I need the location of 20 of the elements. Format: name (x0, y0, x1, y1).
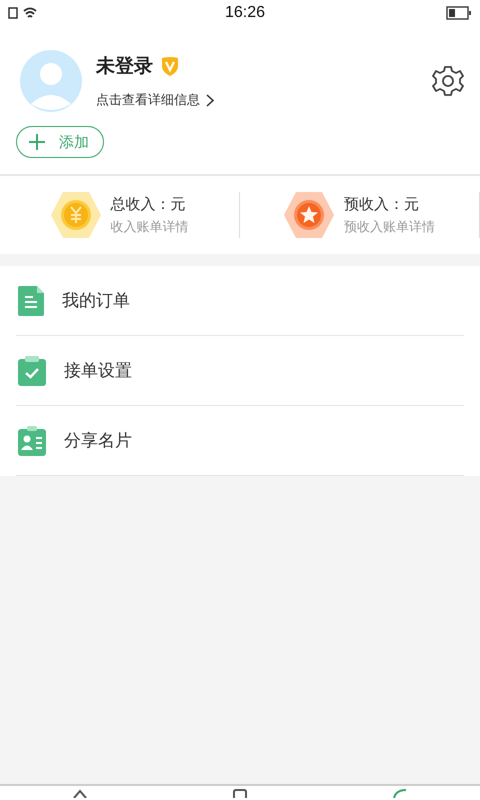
verified-shield-icon (161, 56, 179, 76)
menu-item[interactable]: 分享名片 (64, 429, 132, 452)
document-icon (18, 286, 44, 316)
clipboard-check-icon (18, 356, 46, 386)
view-details-link[interactable]: 点击查看详细信息 (96, 91, 418, 109)
user-name: 未登录 (96, 54, 153, 79)
star-medal-icon (284, 192, 334, 238)
menu-item[interactable]: 接单设置 (64, 359, 132, 382)
battery-icon (446, 6, 472, 20)
leaf-tab-icon[interactable] (392, 786, 408, 798)
status-time: 16:26 (224, 4, 266, 22)
coin-icon (50, 192, 100, 238)
menu-item[interactable]: 我的订单 (62, 289, 130, 312)
settings-icon[interactable] (432, 65, 464, 97)
income-title[interactable]: 总收入：元 (110, 194, 188, 214)
contact-card-icon (18, 426, 46, 456)
chevron-right-icon (206, 94, 214, 106)
plus-icon (29, 134, 45, 150)
box-tab-icon[interactable] (232, 786, 248, 798)
income-title[interactable]: 预收入：元 (344, 194, 435, 214)
